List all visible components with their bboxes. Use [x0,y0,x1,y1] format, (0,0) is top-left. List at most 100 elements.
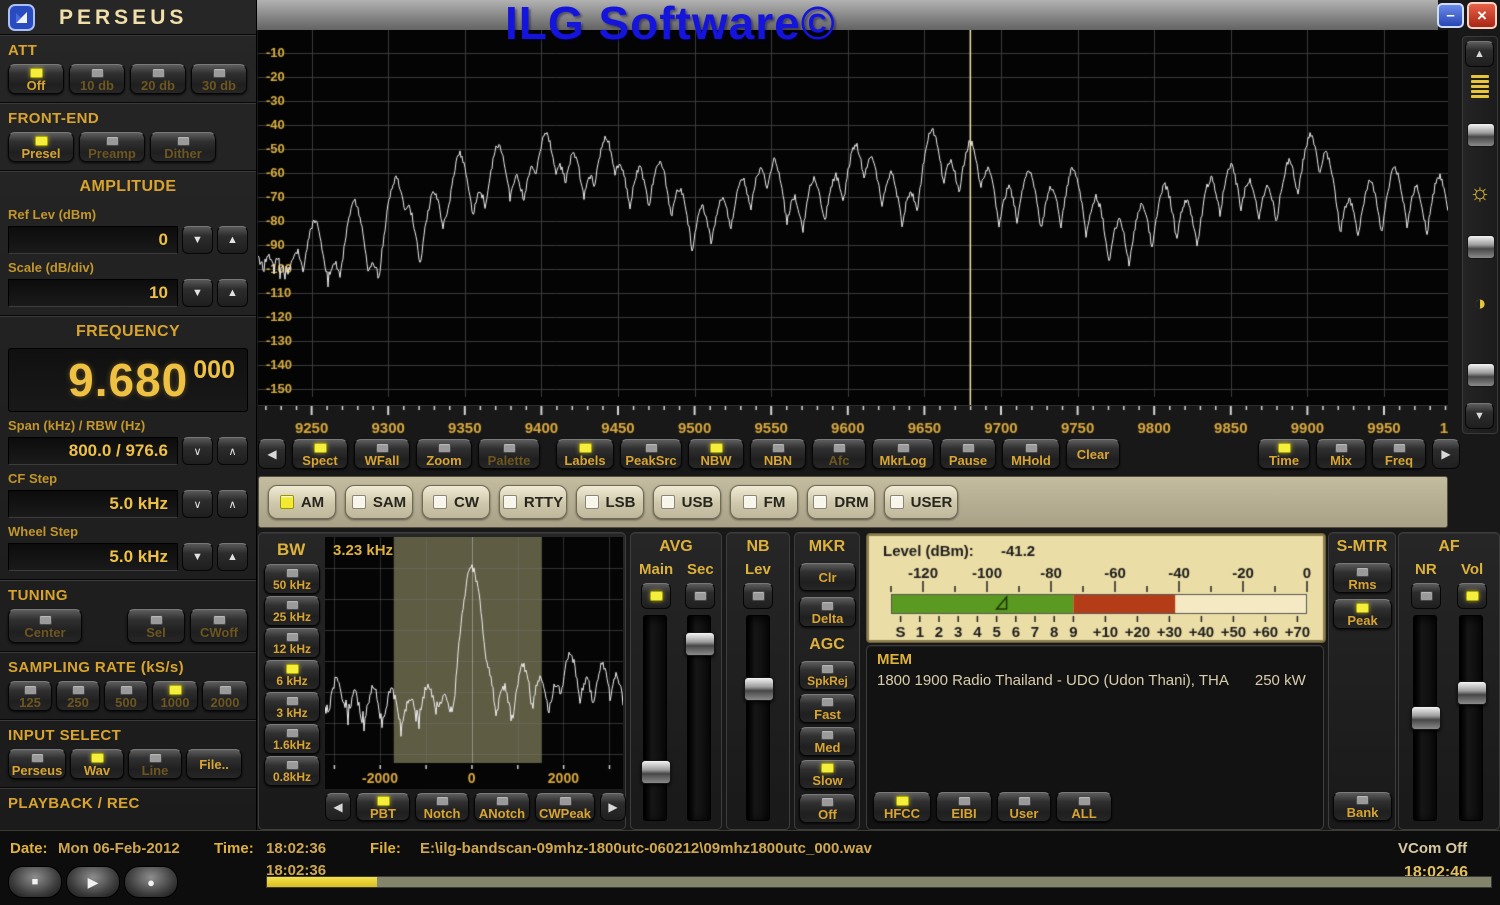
record-button[interactable]: ● [124,866,178,898]
bw-3khz-button[interactable]: 3 kHz [264,692,320,722]
scroll-left-button[interactable]: ◀ [258,439,286,469]
presel-button[interactable]: Presel [8,132,74,162]
tuning-center-button[interactable]: Center [8,609,82,643]
scale-down-button[interactable]: ▼ [182,279,213,307]
avg-sec-slider[interactable] [685,615,715,821]
nr-slider-thumb[interactable] [1411,706,1441,730]
mem-user-button[interactable]: User [997,792,1051,822]
input-line-button[interactable]: Line [128,749,182,779]
rate-500-button[interactable]: 500 [104,681,148,711]
bw-25khz-button[interactable]: 25 kHz [264,596,320,626]
stop-button[interactable]: ■ [8,866,62,898]
mem-hfcc-button[interactable]: HFCC [873,792,931,822]
avg-main-toggle[interactable] [641,583,671,609]
mkrlog-button[interactable]: MkrLog [872,439,934,469]
bw-1.6khz-button[interactable]: 1.6kHz [264,724,320,754]
spectrum-canvas[interactable] [258,30,1448,405]
spect-button[interactable]: Spect [292,439,348,469]
ref-lev-field[interactable]: 0 [8,226,178,254]
mode-usb-button[interactable]: USB [653,485,721,519]
span-field[interactable]: 800.0 / 976.6 [8,437,178,465]
ref-lev-up-button[interactable]: ▲ [217,226,248,254]
spectrum-display[interactable] [258,30,1448,406]
tuning-sel-button[interactable]: Sel [127,609,185,643]
frequency-ruler[interactable] [258,405,1448,437]
bw-50khz-button[interactable]: 50 kHz [264,564,320,594]
mode-sam-button[interactable]: SAM [345,485,413,519]
mode-user-button[interactable]: USER [884,485,958,519]
vol-slider-thumb[interactable] [1457,681,1487,705]
tuning-cwoff-button[interactable]: CWoff [190,609,248,643]
agc-spkrej-button[interactable]: SpkRej [799,661,856,690]
wheel-step-down-button[interactable]: ▼ [182,543,213,571]
cf-step-down-button[interactable]: ∨ [182,490,213,518]
filter-display[interactable]: 3.23 kHz [325,537,623,789]
agc-med-button[interactable]: Med [799,727,856,756]
nbw-button[interactable]: NBW [688,439,744,469]
pbt-button[interactable]: PBT [356,793,410,821]
att-off-button[interactable]: Off [8,64,64,94]
nb-lev-slider[interactable] [744,615,774,821]
time-button[interactable]: Time [1258,439,1310,469]
input-wav-button[interactable]: Wav [70,749,124,779]
mode-fm-button[interactable]: FM [730,485,798,519]
clear-button[interactable]: Clear [1066,439,1120,469]
nr-slider[interactable] [1411,615,1441,821]
smtr-rms-button[interactable]: Rms [1333,563,1392,593]
nb-toggle[interactable] [743,583,773,609]
contrast-slider-thumb[interactable] [1467,363,1495,387]
mkr-clr-button[interactable]: Clr [799,563,856,591]
nb-lev-slider-thumb[interactable] [744,677,774,701]
span-up-button[interactable]: ∧ [217,437,248,465]
bw-6khz-button[interactable]: 6 kHz [264,660,320,690]
minimize-button[interactable]: – [1437,3,1464,28]
rate-125-button[interactable]: 125 [8,681,52,711]
nbn-button[interactable]: NBN [750,439,806,469]
cf-step-up-button[interactable]: ∧ [217,490,248,518]
mem-eibi-button[interactable]: EIBI [936,792,992,822]
ref-lev-down-button[interactable]: ▼ [182,226,213,254]
mem-entry[interactable]: 1800 1900 Radio Thailand - UDO (Udon Tha… [877,672,1229,689]
rate-250-button[interactable]: 250 [56,681,100,711]
att-30db-button[interactable]: 30 db [191,64,247,94]
mix-button[interactable]: Mix [1316,439,1366,469]
mode-drm-button[interactable]: DRM [807,485,875,519]
zoom-button[interactable]: Zoom [416,439,472,469]
cwpeak-button[interactable]: CWPeak [535,793,595,821]
agc-slow-button[interactable]: Slow [799,760,856,789]
anotch-button[interactable]: ANotch [474,793,530,821]
preamp-button[interactable]: Preamp [79,132,145,162]
mkr-delta-button[interactable]: Delta [799,597,856,627]
playback-progress-bar[interactable] [266,876,1492,888]
scale-up-button[interactable]: ▲ [217,279,248,307]
att-20db-button[interactable]: 20 db [130,64,186,94]
labels-button[interactable]: Labels [556,439,614,469]
vol-slider[interactable] [1457,615,1487,821]
scroll-right-button[interactable]: ▶ [1432,439,1460,469]
strip-down-button[interactable]: ▼ [1465,403,1494,429]
avg-sec-slider-thumb[interactable] [685,632,715,656]
mode-am-button[interactable]: AM [268,485,336,519]
wheel-step-up-button[interactable]: ▲ [217,543,248,571]
mode-lsb-button[interactable]: LSB [576,485,644,519]
mem-all-button[interactable]: ALL [1056,792,1112,822]
scale-field[interactable]: 10 [8,279,178,307]
frequency-display[interactable]: 9.680 000 [8,348,248,412]
agc-fast-button[interactable]: Fast [799,694,856,723]
agc-off-button[interactable]: Off [799,794,856,823]
mhold-button[interactable]: MHold [1002,439,1060,469]
filter-left-button[interactable]: ◀ [325,793,351,821]
input-file-button[interactable]: File.. [186,749,242,779]
filter-right-button[interactable]: ▶ [600,793,626,821]
afc-button[interactable]: Afc [812,439,866,469]
palette-button[interactable]: Palette [478,439,540,469]
rate-2000-button[interactable]: 2000 [202,681,248,711]
titlebar[interactable] [257,0,1438,30]
bw-0.8khz-button[interactable]: 0.8kHz [264,756,320,786]
input-perseus-button[interactable]: Perseus [8,749,66,779]
span-down-button[interactable]: ∨ [182,437,213,465]
close-button[interactable]: × [1467,2,1497,29]
vol-toggle[interactable] [1457,583,1487,609]
strip-up-button[interactable]: ▲ [1465,41,1494,67]
mode-rtty-button[interactable]: RTTY [499,485,567,519]
